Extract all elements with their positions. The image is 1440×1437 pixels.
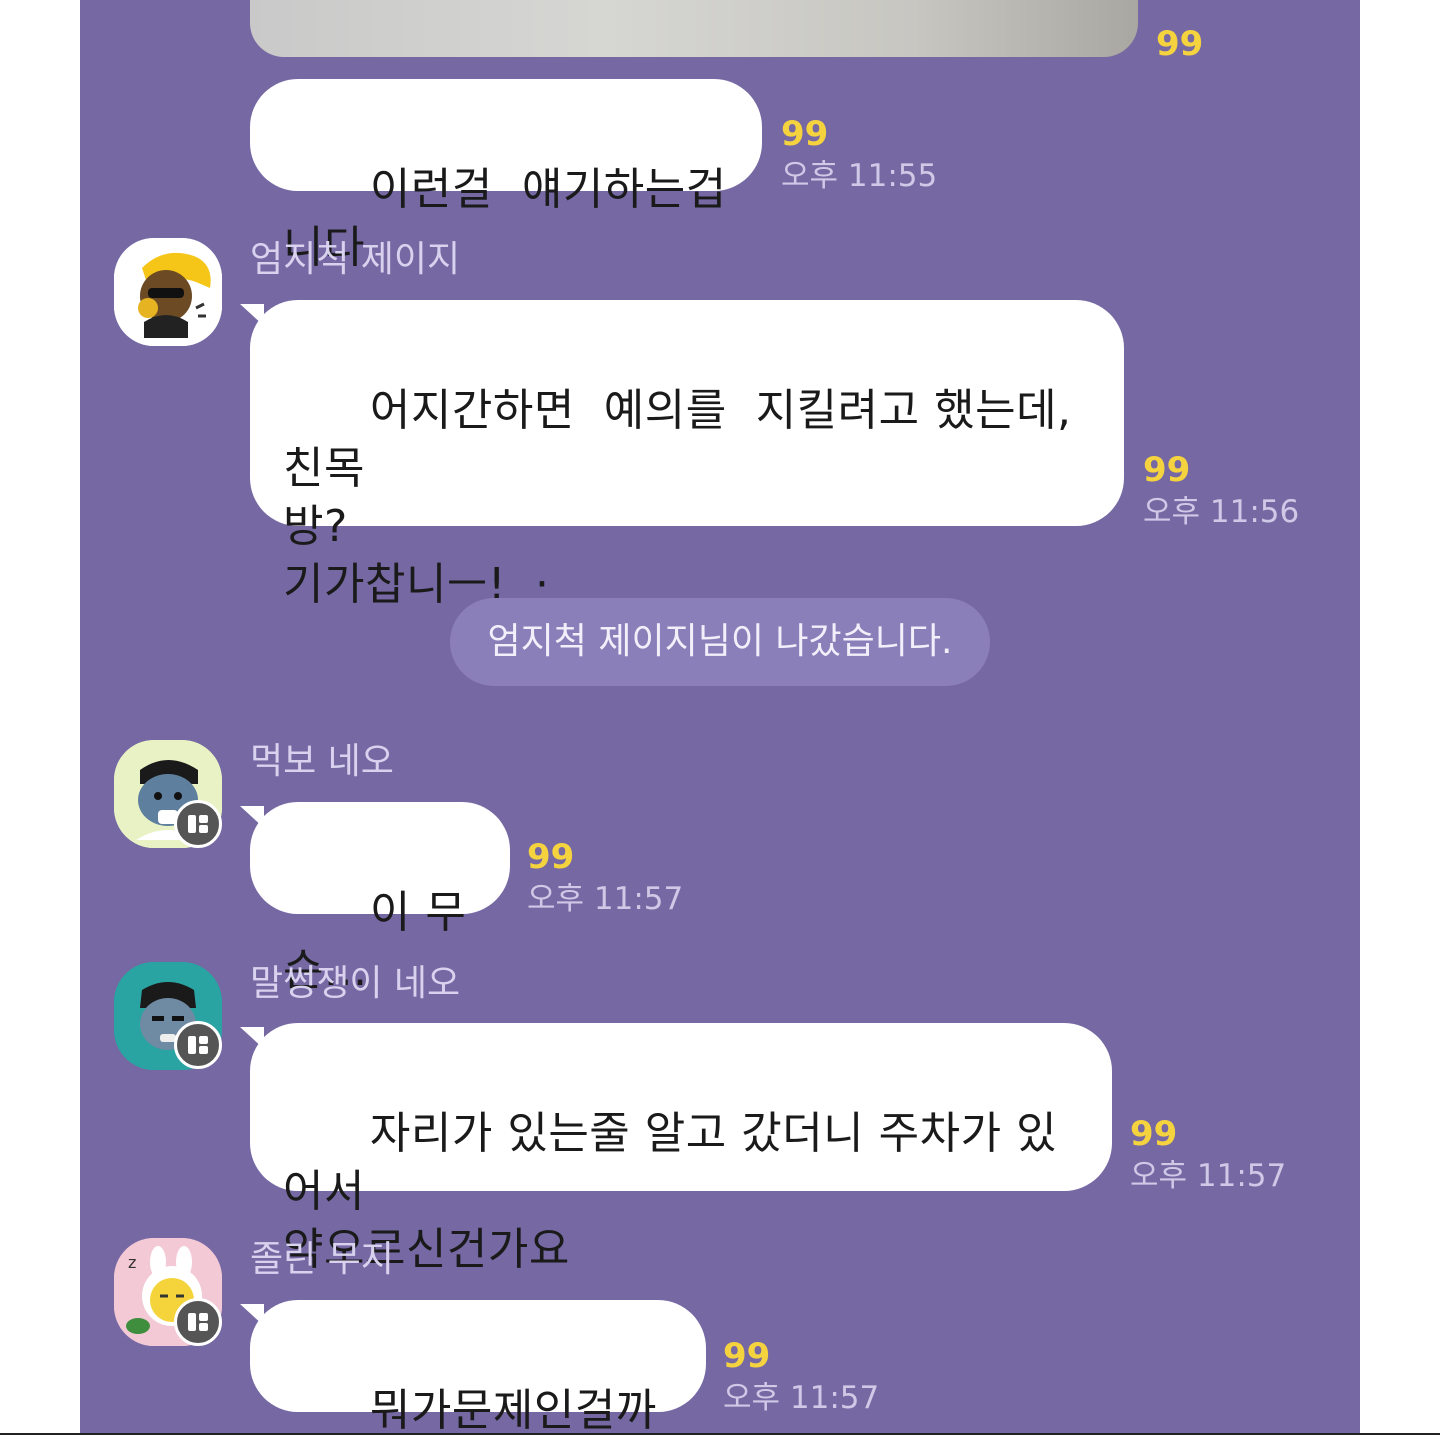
message-time: 오후 11:57 xyxy=(1130,1158,1287,1194)
jay-g-thumbs-up-avatar-icon[interactable] xyxy=(114,238,222,346)
message-text: 뭐가문제인걸까요..? xyxy=(369,1385,657,1433)
message-bubble[interactable]: 뭐가문제인걸까요..? xyxy=(240,1300,706,1433)
open-profile-badge-icon xyxy=(174,1021,222,1069)
unread-count: 99 xyxy=(1130,1114,1178,1154)
message-bubble[interactable]: 이 무슨... xyxy=(240,802,510,996)
system-notice: 엄지척 제이지님이 나갔습니다. xyxy=(450,598,990,686)
photo-message[interactable] xyxy=(250,0,1138,57)
sender-name: 먹보 네오 xyxy=(250,741,394,782)
open-profile-badge-icon xyxy=(174,1298,222,1346)
message-bubble[interactable]: 어지간하면 예의를 지킬려고 했는데, 친목 방? 기가찹니ㅡ! · xyxy=(240,300,1124,610)
sender-name: 엄지척 제이지 xyxy=(250,239,461,280)
open-profile-badge-icon xyxy=(174,800,222,848)
message-time: 오후 11:55 xyxy=(781,158,938,194)
message-bubble[interactable]: 이런걸 얘기하는겁니다 xyxy=(250,79,762,273)
message-bubble[interactable]: 자리가 있는줄 알고 갔더니 주차가 있어서 약오르신건가요 xyxy=(240,1023,1112,1275)
message-time: 오후 11:57 xyxy=(527,881,684,917)
message-time: 오후 11:57 xyxy=(723,1380,880,1416)
unread-count: 99 xyxy=(781,114,829,154)
unread-count: 99 xyxy=(723,1336,771,1376)
bottom-divider xyxy=(0,1433,1440,1435)
sender-name: 말썽쟁이 네오 xyxy=(250,963,461,1004)
sender-name: 졸린 무지 xyxy=(250,1239,394,1280)
chat-room[interactable]: 99 이런걸 얘기하는겁니다 99 오후 11:55 엄지척 제이지 어지간하면… xyxy=(80,0,1360,1433)
unread-count: 99 xyxy=(1143,450,1191,490)
message-time: 오후 11:56 xyxy=(1143,494,1300,530)
unread-count: 99 xyxy=(527,837,575,877)
unread-count: 99 xyxy=(1156,24,1204,64)
message-text: 어지간하면 예의를 지킬려고 했는데, 친목 방? 기가찹니ㅡ! · xyxy=(283,385,1072,610)
screenshot-page: 99 이런걸 얘기하는겁니다 99 오후 11:55 엄지척 제이지 어지간하면… xyxy=(0,0,1440,1437)
svg-text:z: z xyxy=(128,1253,136,1272)
message-text: 자리가 있는줄 알고 갔더니 주차가 있어서 약오르신건가요 xyxy=(283,1108,1058,1275)
